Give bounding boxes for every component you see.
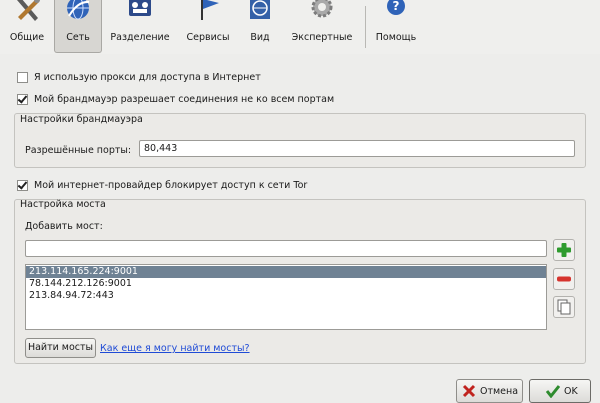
remove-icon (557, 276, 571, 282)
tab-general[interactable]: Общие (2, 0, 52, 52)
proxy-checkbox-box[interactable] (17, 71, 28, 83)
tab-services[interactable]: Сервисы (180, 0, 236, 52)
add-icon (557, 243, 571, 257)
bridge-list-item[interactable]: 213.114.165.224:9001 (26, 266, 546, 278)
copy-bridges-button[interactable] (553, 296, 575, 318)
bridge-list-item[interactable]: 78.144.212.126:9001 (26, 278, 546, 290)
tab-appearance[interactable]: Вид (240, 0, 280, 52)
find-bridges-help-link[interactable]: Как еще я могу найти мосты? (100, 343, 250, 354)
remove-bridge-button[interactable] (553, 268, 575, 290)
firewall-checkbox[interactable]: Мой брандмауэр разрешает соединения не к… (17, 92, 334, 106)
cancel-icon (462, 384, 476, 398)
bridge-list-item[interactable]: 213.84.94.72:443 (26, 290, 546, 302)
isp-blocks-tor-checkbox[interactable]: Мой интернет-провайдер блокирует доступ … (17, 178, 307, 192)
globe-network-icon (63, 0, 93, 22)
firewall-settings-title: Настройки брандмауэра (20, 114, 143, 125)
services-flag-icon (193, 0, 223, 22)
gear-icon (307, 0, 337, 22)
toolbar: Общие Сеть Разделение Сервисы Вид Экспер… (0, 0, 600, 54)
cancel-label: Отмена (480, 386, 519, 397)
copy-icon (557, 299, 571, 315)
tab-expert[interactable]: Экспертные (284, 0, 360, 52)
allowed-ports-input[interactable] (139, 140, 575, 157)
isp-blocks-tor-checkbox-label: Мой интернет-провайдер блокирует доступ … (34, 179, 308, 191)
firewall-checkbox-label: Мой брандмауэр разрешает соединения не к… (34, 93, 335, 105)
find-bridges-label: Найти мосты (27, 342, 94, 353)
ok-icon (546, 385, 560, 398)
appearance-icon (245, 0, 275, 22)
allowed-ports-label: Разрешённые порты: (25, 145, 132, 156)
isp-blocks-tor-checkbox-box[interactable] (17, 179, 28, 191)
ok-button[interactable]: OK (529, 379, 591, 403)
proxy-checkbox-label: Я использую прокси для доступа в Интерне… (34, 71, 261, 83)
firewall-checkbox-box[interactable] (17, 93, 28, 105)
cancel-button[interactable]: Отмена (456, 379, 523, 403)
tools-icon (12, 0, 42, 22)
toolbar-separator (365, 6, 366, 48)
sharing-icon (125, 0, 155, 22)
ok-label: OK (564, 386, 578, 397)
svg-text:?: ? (393, 0, 400, 13)
find-bridges-button[interactable]: Найти мосты (25, 338, 96, 358)
tab-sharing[interactable]: Разделение (104, 0, 176, 52)
tab-help[interactable]: ? Помощь (370, 0, 422, 52)
tab-network[interactable]: Сеть (54, 0, 102, 53)
bridge-list[interactable]: 213.114.165.224:9001 78.144.212.126:9001… (25, 264, 547, 330)
add-bridge-button[interactable] (553, 239, 575, 261)
add-bridge-label: Добавить мост: (25, 221, 103, 232)
proxy-checkbox[interactable]: Я использую прокси для доступа в Интерне… (17, 70, 261, 84)
add-bridge-input[interactable] (25, 240, 547, 257)
help-icon: ? (381, 0, 411, 22)
bridge-settings-title: Настройка моста (20, 199, 106, 210)
